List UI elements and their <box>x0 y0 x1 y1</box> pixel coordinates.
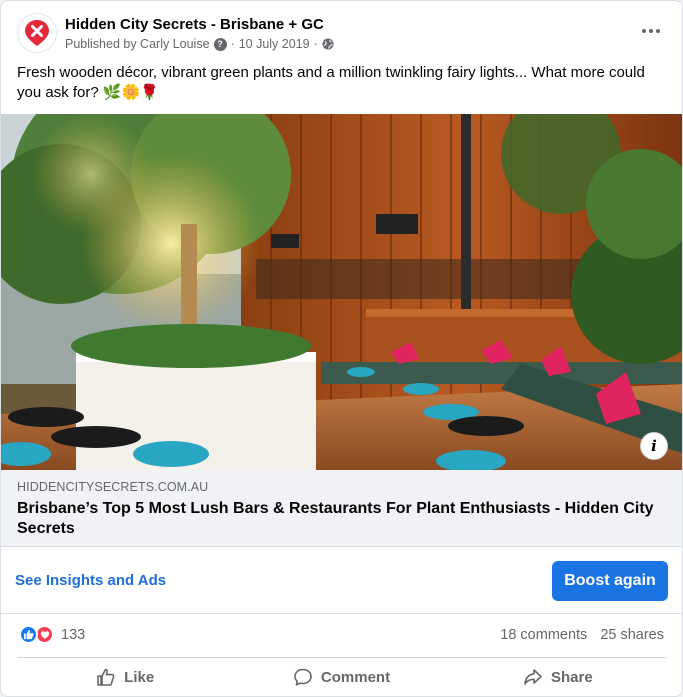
shares-count[interactable]: 25 shares <box>600 627 664 643</box>
thumbs-up-icon <box>97 668 115 686</box>
globe-icon[interactable] <box>322 38 334 50</box>
post-header: Hidden City Secrets - Brisbane + GC Publ… <box>17 13 666 57</box>
divider <box>1 613 682 614</box>
published-by[interactable]: Published by Carly Louise <box>65 37 210 51</box>
like-label: Like <box>124 668 155 686</box>
reaction-count: 133 <box>61 626 86 643</box>
boost-again-button[interactable]: Boost again <box>552 561 668 601</box>
venue-photo <box>1 114 682 470</box>
divider <box>17 657 666 658</box>
share-icon <box>524 669 542 685</box>
post-photo[interactable]: i <box>1 114 682 470</box>
link-title[interactable]: Brisbane’s Top 5 Most Lush Bars & Restau… <box>17 499 668 539</box>
post-meta: Published by Carly Louise ? · 10 July 20… <box>65 37 334 51</box>
comment-label: Comment <box>320 668 391 686</box>
comment-button[interactable]: Comment <box>233 659 449 695</box>
link-domain: HIDDENCITYSECRETS.COM.AU <box>17 480 209 494</box>
comment-icon <box>294 668 312 686</box>
share-label: Share <box>550 668 593 686</box>
like-button[interactable]: Like <box>17 659 233 695</box>
share-button[interactable]: Share <box>450 659 666 695</box>
more-icon[interactable] <box>636 19 666 43</box>
engagement-counts: 18 comments 25 shares <box>500 627 664 643</box>
post-date[interactable]: 10 July 2019 <box>239 37 310 51</box>
post-actions: Like Comment Share <box>17 659 666 695</box>
question-icon[interactable]: ? <box>213 37 227 51</box>
post-caption: Fresh wooden décor, vibrant green plants… <box>17 64 645 101</box>
like-reaction-icon <box>19 625 38 644</box>
reactions-summary[interactable]: 133 <box>19 625 85 644</box>
post-card: Hidden City Secrets - Brisbane + GC Publ… <box>0 0 683 697</box>
link-preview[interactable]: HIDDENCITYSECRETS.COM.AU Brisbane’s Top … <box>1 470 682 547</box>
meta-separator: · <box>230 37 235 51</box>
brand-logo-icon <box>25 20 49 46</box>
comments-count[interactable]: 18 comments <box>500 627 587 643</box>
info-icon[interactable]: i <box>640 432 668 460</box>
see-insights-link[interactable]: See Insights and Ads <box>15 572 166 589</box>
page-name[interactable]: Hidden City Secrets - Brisbane + GC <box>65 16 324 33</box>
meta-separator: · <box>313 37 318 51</box>
page-avatar[interactable] <box>17 13 57 53</box>
